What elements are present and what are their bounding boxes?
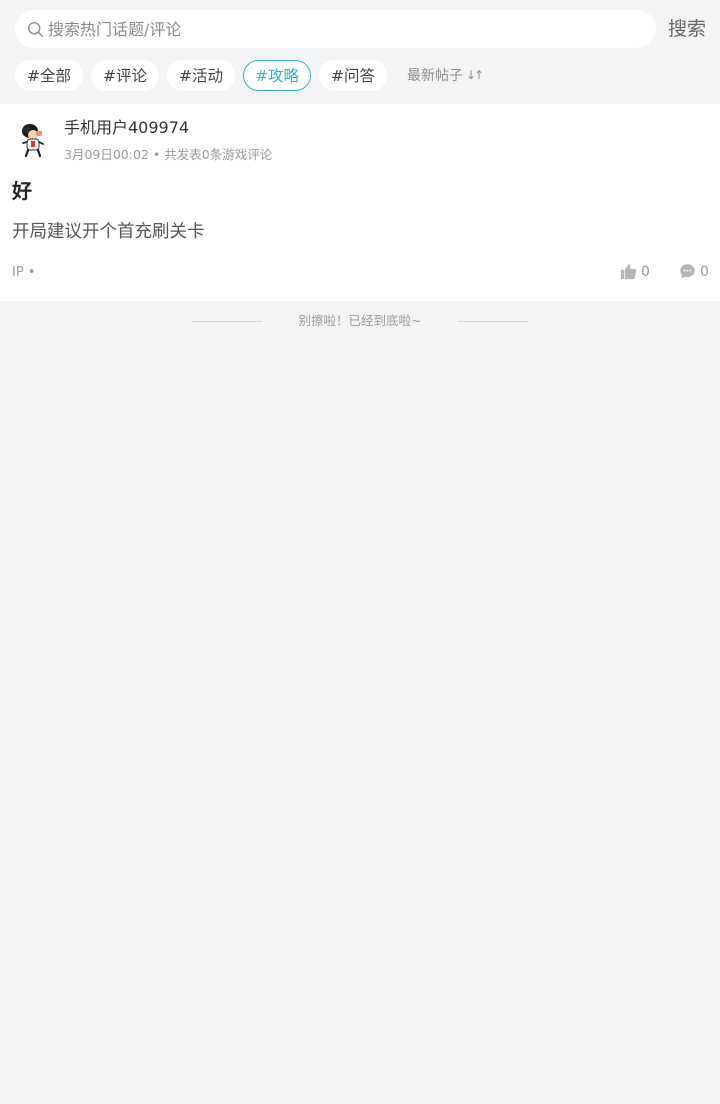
search-button[interactable]: 搜索 xyxy=(668,17,706,41)
thumbs-up-icon xyxy=(620,264,637,280)
sort-label: 最新帖子 xyxy=(407,68,463,84)
tag-reviews[interactable]: #评论 xyxy=(91,59,159,91)
end-of-list-text: 别擦啦！已经到底啦~ xyxy=(298,313,422,328)
tag-events[interactable]: #活动 xyxy=(167,59,235,91)
like-button[interactable]: 0 xyxy=(620,263,650,280)
post-ip: IP • xyxy=(12,265,36,280)
top-bar: 搜索 #全部 #评论 #活动 #攻略 #问答 最新帖子 ↓↑ xyxy=(0,0,720,104)
sort-arrows-icon: ↓↑ xyxy=(466,68,484,82)
divider-left xyxy=(192,321,262,322)
search-input[interactable] xyxy=(48,19,656,39)
end-of-list: 别擦啦！已经到底啦~ xyxy=(0,311,720,331)
meta-separator: • xyxy=(152,147,161,162)
post-meta: 3月09日00:02 • 共发表0条游戏评论 xyxy=(64,146,272,164)
post-title[interactable]: 好 xyxy=(12,178,32,204)
avatar[interactable] xyxy=(14,121,52,159)
tag-qa[interactable]: #问答 xyxy=(319,59,387,91)
search-box[interactable] xyxy=(15,10,656,48)
comment-bubble-icon xyxy=(680,264,695,279)
post-body[interactable]: 开局建议开个首充刷关卡 xyxy=(12,220,205,244)
post-time: 3月09日00:02 xyxy=(64,147,149,162)
divider-right xyxy=(458,321,528,322)
tag-guides[interactable]: #攻略 xyxy=(243,59,311,91)
comment-button[interactable]: 0 xyxy=(679,263,709,280)
search-icon xyxy=(28,21,43,37)
like-count: 0 xyxy=(641,263,650,280)
sort-dropdown[interactable]: 最新帖子 ↓↑ xyxy=(407,65,484,85)
post-user-stats: 共发表0条游戏评论 xyxy=(164,147,273,162)
tag-filter-bar: #全部 #评论 #活动 #攻略 #问答 最新帖子 ↓↑ xyxy=(15,59,484,91)
comment-count: 0 xyxy=(700,263,709,280)
tag-all[interactable]: #全部 xyxy=(15,59,83,91)
post-username[interactable]: 手机用户409974 xyxy=(64,117,189,139)
